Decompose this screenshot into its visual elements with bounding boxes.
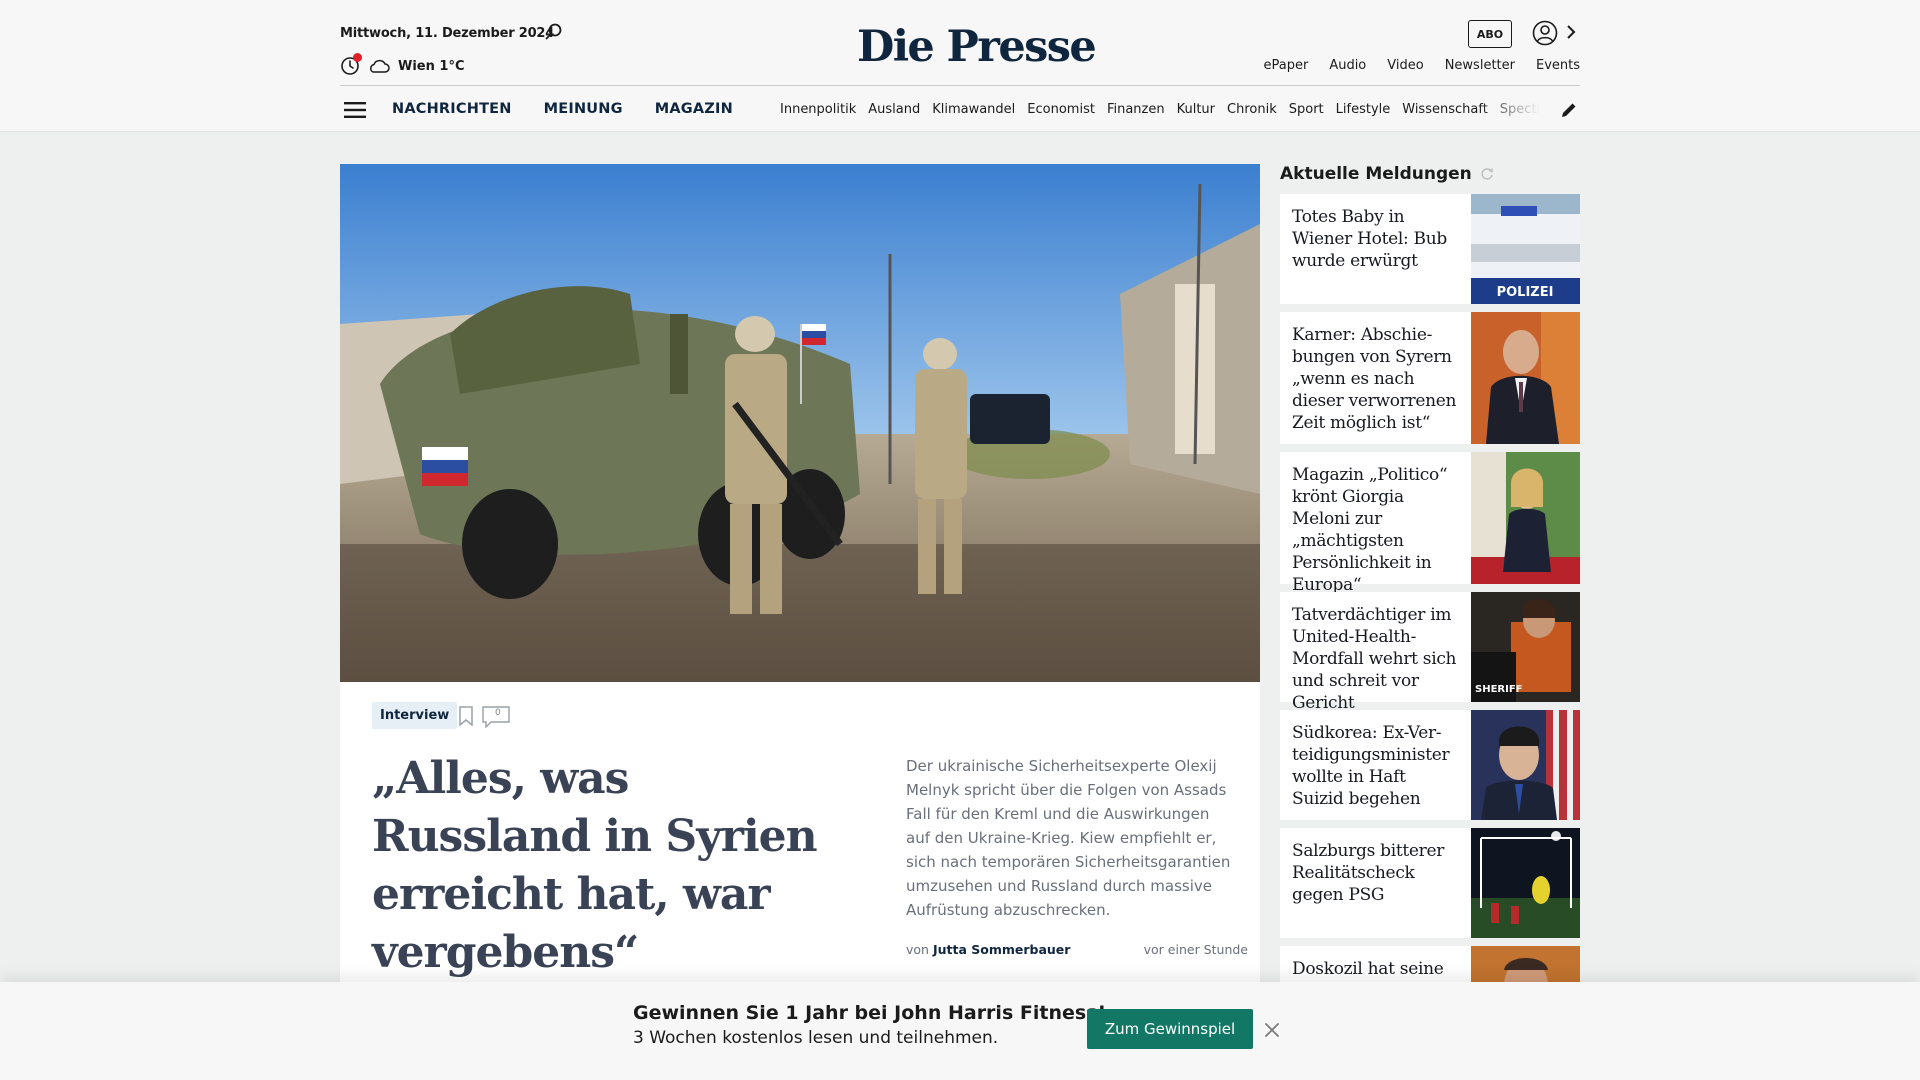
link-epaper[interactable]: ePaper (1263, 58, 1308, 73)
chevron-right-icon[interactable] (1564, 21, 1578, 43)
article-tag[interactable]: Interview (372, 702, 458, 729)
news-item-thumbnail (1471, 312, 1580, 444)
section-ausland[interactable]: Ausland (868, 102, 920, 117)
news-item[interactable]: Salzburgs bitterer Realitätscheck gegen … (1280, 828, 1580, 938)
pencil-icon[interactable] (1560, 101, 1578, 119)
notification-badge (353, 53, 362, 62)
lead-article-card[interactable]: Interview 0 „Alles, was Russland in Syri… (340, 682, 1260, 982)
link-video[interactable]: Video (1387, 58, 1423, 73)
abo-button[interactable]: ABO (1468, 20, 1512, 48)
weather-widget[interactable]: Wien 1°C (340, 53, 465, 76)
notification-icon[interactable] (340, 53, 362, 76)
promo-title: Gewinnen Sie 1 Jahr bei John Harris Fitn… (633, 1002, 1107, 1024)
section-lifestyle[interactable]: Lifestyle (1336, 102, 1391, 117)
news-item-title: Tatverdächtiger im United-Health-Mord­fa… (1292, 605, 1457, 713)
news-item-title: Totes Baby in Wiener Hotel: Bub wurde er… (1292, 207, 1447, 271)
news-item-thumbnail: POLIZEI (1471, 194, 1580, 304)
news-item-thumbnail (1471, 710, 1580, 820)
article-author[interactable]: Jutta Sommerbauer (933, 942, 1071, 957)
article-time: vor einer Stunde (1143, 942, 1248, 957)
nav-meinung[interactable]: MEINUNG (544, 101, 623, 117)
weather-text: Wien 1°C (398, 58, 465, 74)
header-divider (340, 85, 1580, 86)
news-item[interactable]: Totes Baby in Wiener Hotel: Bub wurde er… (1280, 194, 1580, 304)
promo-banner: Gewinnen Sie 1 Jahr bei John Harris Fitn… (0, 982, 1920, 1080)
link-audio[interactable]: Audio (1329, 58, 1366, 73)
section-klimawandel[interactable]: Klimawandel (932, 102, 1015, 117)
section-kultur[interactable]: Kultur (1177, 102, 1215, 117)
current-date: Mittwoch, 11. Dezember 2024 (340, 26, 555, 41)
refresh-icon[interactable] (1480, 167, 1494, 181)
section-spectrum[interactable]: Spectrum (1500, 102, 1540, 117)
main-nav: NACHRICHTEN MEINUNG MAGAZIN (392, 101, 733, 117)
section-sport[interactable]: Sport (1289, 102, 1324, 117)
nav-nachrichten[interactable]: NACHRICHTEN (392, 101, 512, 117)
news-item-title: Südkorea: Ex-Ver­teidigungsminister woll… (1292, 723, 1450, 809)
news-item-title: Karner: Abschie­bungen von Syrern „wenn … (1292, 325, 1457, 433)
article-headline[interactable]: „Alles, was Russland in Syrien erreicht … (372, 750, 842, 982)
news-item-thumbnail: SHERIFF (1471, 592, 1580, 702)
byline-prefix: von (906, 942, 929, 957)
section-wissenschaft[interactable]: Wissenschaft (1402, 102, 1488, 117)
promo-cta-button[interactable]: Zum Gewinnspiel (1087, 1009, 1253, 1049)
news-item[interactable]: Tatverdächtiger im United-Health-Mord­fa… (1280, 592, 1580, 713)
article-byline: von Jutta Sommerbauer (906, 942, 1070, 957)
section-finanzen[interactable]: Finanzen (1107, 102, 1165, 117)
news-item-title: Magazin „Politico“ krönt Giorgia Meloni … (1292, 465, 1448, 595)
news-item-thumbnail (1471, 828, 1580, 938)
thumbnail-text: POLIZEI (1497, 285, 1554, 300)
news-item[interactable]: Südkorea: Ex-Ver­teidigungsminister woll… (1280, 710, 1580, 820)
sidebar-title: Aktuelle Meldungen (1280, 164, 1494, 184)
news-item[interactable]: Karner: Abschie­bungen von Syrern „wenn … (1280, 312, 1580, 444)
news-item[interactable]: Magazin „Politico“ krönt Giorgia Meloni … (1280, 452, 1580, 595)
cloud-icon (370, 59, 390, 73)
section-chronik[interactable]: Chronik (1227, 102, 1277, 117)
section-economist[interactable]: Economist (1027, 102, 1095, 117)
nav-magazin[interactable]: MAGAZIN (655, 101, 733, 117)
article-teaser: Der ukrainische Sicherheitsexperte Olexi… (906, 757, 1231, 919)
news-ticker-list: Totes Baby in Wiener Hotel: Bub wurde er… (1280, 194, 1580, 1014)
comment-count: 0 (495, 708, 501, 718)
close-icon[interactable] (1264, 1022, 1280, 1038)
search-icon[interactable] (544, 22, 564, 42)
link-newsletter[interactable]: Newsletter (1445, 58, 1515, 73)
hamburger-menu-icon[interactable] (344, 101, 366, 119)
section-nav: Innenpolitik Ausland Klimawandel Economi… (780, 102, 1540, 117)
user-icon[interactable] (1532, 20, 1558, 46)
section-innenpolitik[interactable]: Innenpolitik (780, 102, 856, 117)
promo-subtitle: 3 Wochen kostenlos lesen und teilnehmen. (633, 1028, 999, 1048)
bookmark-icon[interactable] (458, 706, 474, 726)
site-logo[interactable]: Die Presse (857, 22, 1097, 72)
lead-article-image[interactable] (340, 164, 1260, 682)
thumbnail-text: SHERIFF (1475, 684, 1523, 695)
site-header: Mittwoch, 11. Dezember 2024 Wien 1°C Die… (0, 0, 1920, 132)
news-item-thumbnail (1471, 452, 1580, 584)
sidebar-title-text: Aktuelle Meldungen (1280, 164, 1472, 184)
top-links: ePaper Audio Video Newsletter Events (1263, 58, 1580, 73)
news-item-title: Salzburgs bitterer Realitätscheck gegen … (1292, 841, 1445, 905)
link-events[interactable]: Events (1536, 58, 1580, 73)
